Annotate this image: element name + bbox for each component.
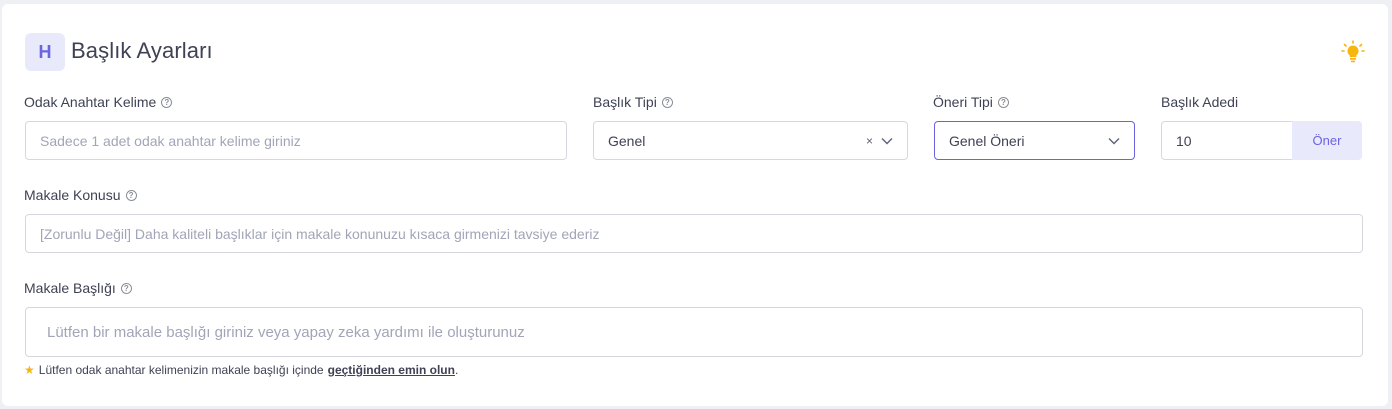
note-end: . bbox=[454, 363, 459, 377]
title-settings-card: H Başlık Ayarları Odak Anahtar Kelime ? … bbox=[2, 4, 1388, 406]
focus-keyword-label-text: Odak Anahtar Kelime bbox=[24, 94, 157, 110]
article-topic-input[interactable]: [Zorunlu Değil] Daha kaliteli başlıklar … bbox=[25, 214, 1363, 253]
note-link[interactable]: geçtiğinden emin olun bbox=[328, 363, 455, 377]
chevron-down-icon[interactable] bbox=[881, 137, 893, 145]
clear-icon[interactable]: × bbox=[866, 134, 873, 148]
focus-keyword-input[interactable]: Sadece 1 adet odak anahtar kelime girini… bbox=[25, 121, 567, 160]
title-count-input[interactable]: 10 bbox=[1161, 121, 1293, 160]
keyword-note: ★ Lütfen odak anahtar kelimenizin makale… bbox=[24, 363, 458, 377]
help-icon[interactable]: ? bbox=[661, 96, 673, 108]
focus-keyword-placeholder: Sadece 1 adet odak anahtar kelime girini… bbox=[40, 132, 301, 149]
article-title-input[interactable]: Lütfen bir makale başlığı giriniz veya y… bbox=[25, 307, 1363, 357]
suggestion-type-label: Öneri Tipi ? bbox=[933, 94, 1009, 110]
help-icon[interactable]: ? bbox=[125, 189, 137, 201]
help-icon[interactable]: ? bbox=[997, 96, 1009, 108]
article-title-label: Makale Başlığı ? bbox=[24, 280, 132, 296]
note-text: Lütfen odak anahtar kelimenizin makale b… bbox=[38, 363, 324, 377]
chevron-down-icon[interactable] bbox=[1108, 137, 1120, 145]
suggest-button[interactable]: Öner bbox=[1292, 121, 1362, 160]
header-badge: H bbox=[25, 33, 65, 71]
page-title: Başlık Ayarları bbox=[71, 38, 213, 63]
star-icon: ★ bbox=[24, 363, 35, 377]
article-topic-placeholder: [Zorunlu Değil] Daha kaliteli başlıklar … bbox=[40, 225, 600, 242]
title-type-label: Başlık Tipi ? bbox=[593, 94, 673, 110]
article-topic-label-text: Makale Konusu bbox=[24, 187, 121, 203]
suggestion-type-value: Genel Öneri bbox=[949, 132, 1025, 149]
title-count-label-text: Başlık Adedi bbox=[1161, 94, 1239, 110]
help-icon[interactable]: ? bbox=[161, 96, 173, 108]
lightbulb-icon[interactable] bbox=[1341, 40, 1365, 64]
help-icon[interactable]: ? bbox=[120, 282, 132, 294]
suggestion-type-label-text: Öneri Tipi bbox=[933, 94, 993, 110]
focus-keyword-label: Odak Anahtar Kelime ? bbox=[24, 94, 173, 110]
article-title-placeholder: Lütfen bir makale başlığı giriniz veya y… bbox=[47, 323, 525, 341]
title-type-label-text: Başlık Tipi bbox=[593, 94, 657, 110]
title-type-value: Genel bbox=[608, 132, 646, 149]
article-title-label-text: Makale Başlığı bbox=[24, 280, 116, 296]
article-topic-label: Makale Konusu ? bbox=[24, 187, 137, 203]
title-type-select[interactable]: Genel × bbox=[593, 121, 908, 160]
suggestion-type-select[interactable]: Genel Öneri bbox=[934, 121, 1135, 160]
title-count-value: 10 bbox=[1176, 132, 1192, 149]
header-badge-letter: H bbox=[38, 41, 52, 62]
title-count-label: Başlık Adedi bbox=[1161, 94, 1238, 110]
